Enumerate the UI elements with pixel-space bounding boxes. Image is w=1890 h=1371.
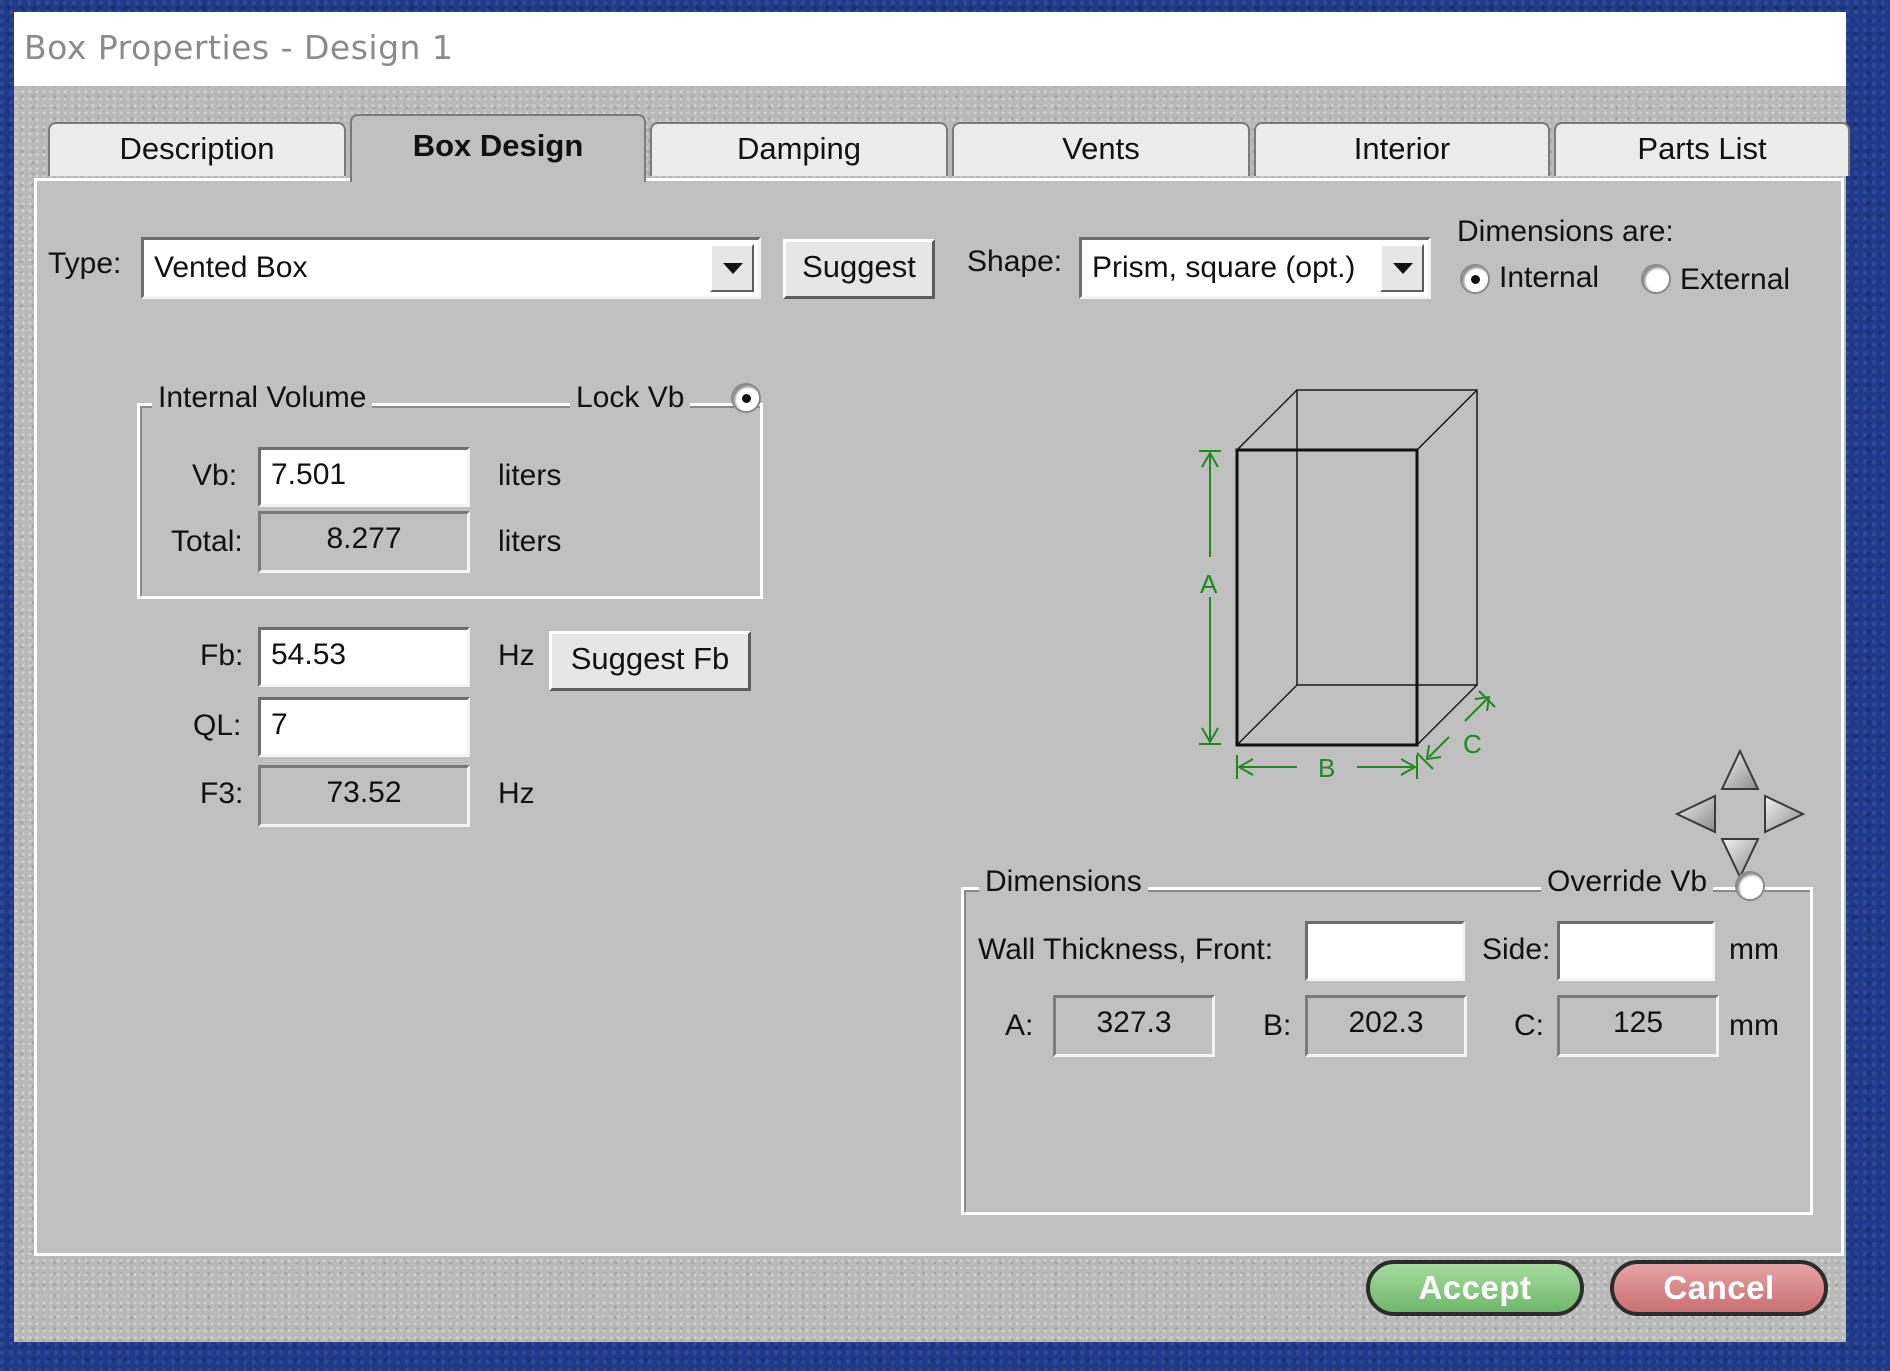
vb-input[interactable]: 7.501 — [258, 447, 470, 507]
ql-label: QL: — [193, 709, 242, 742]
shape-combobox[interactable]: Prism, square (opt.) — [1079, 237, 1431, 299]
total-readout: 8.277 — [258, 511, 470, 573]
chevron-down-icon[interactable] — [1380, 244, 1424, 292]
external-radio-label[interactable]: External — [1680, 263, 1790, 297]
tab-strip: Description Box Design Damping Vents Int… — [34, 108, 1850, 182]
dimensions-are-label: Dimensions are: — [1457, 215, 1674, 248]
override-vb-label[interactable]: Override Vb — [1541, 865, 1714, 899]
chevron-down-icon[interactable] — [710, 244, 754, 292]
arrow-up-icon[interactable] — [1720, 748, 1760, 790]
tab-vents[interactable]: Vents — [952, 122, 1250, 176]
box-diagram: A B C — [1199, 389, 1496, 783]
side-label: Side: — [1482, 933, 1551, 966]
internal-radio-label[interactable]: Internal — [1499, 261, 1599, 295]
tab-box-design[interactable]: Box Design — [350, 114, 646, 182]
cancel-button[interactable]: Cancel — [1610, 1260, 1828, 1316]
tab-damping[interactable]: Damping — [650, 122, 948, 176]
box-outline — [1236, 389, 1478, 746]
shape-value: Prism, square (opt.) — [1092, 251, 1356, 284]
tab-interior[interactable]: Interior — [1254, 122, 1550, 176]
type-value: Vented Box — [154, 251, 308, 284]
fb-input[interactable]: 54.53 — [258, 627, 470, 687]
tab-description[interactable]: Description — [48, 122, 346, 176]
dim-a-readout: 327.3 — [1053, 995, 1215, 1057]
dims-unit: mm — [1729, 1009, 1779, 1042]
tab-parts-list[interactable]: Parts List — [1554, 122, 1850, 176]
dim-c-label: C — [1463, 729, 1482, 759]
f3-label: F3: — [200, 777, 244, 810]
vb-unit: liters — [498, 459, 562, 492]
window-title: Box Properties - Design 1 — [24, 28, 454, 67]
side-input[interactable] — [1557, 921, 1715, 981]
wall-front-label: Wall Thickness, Front: — [978, 933, 1274, 966]
internal-radio[interactable] — [1460, 264, 1490, 294]
arrow-right-icon[interactable] — [1764, 794, 1806, 834]
ql-input[interactable]: 7 — [258, 697, 470, 757]
dim-a-label: A — [1200, 569, 1218, 599]
title-bar[interactable]: Box Properties - Design 1 — [14, 12, 1846, 86]
total-label: Total: — [171, 525, 243, 558]
wall-unit: mm — [1729, 933, 1779, 966]
accept-button[interactable]: Accept — [1366, 1260, 1584, 1316]
dim-c-field-label: C: — [1514, 1009, 1544, 1042]
lock-vb-label[interactable]: Lock Vb — [570, 381, 691, 415]
suggest-fb-button[interactable]: Suggest Fb — [549, 631, 751, 691]
type-combobox[interactable]: Vented Box — [141, 237, 761, 299]
wall-front-input[interactable] — [1305, 921, 1465, 981]
dimension-arrows — [1199, 450, 1496, 779]
box-properties-window: Box Properties - Design 1 Description Bo… — [14, 12, 1850, 1342]
total-unit: liters — [498, 525, 562, 558]
dim-b-label: B — [1318, 753, 1335, 783]
fb-unit: Hz — [498, 639, 535, 672]
dim-b-readout: 202.3 — [1305, 995, 1467, 1057]
suggest-button[interactable]: Suggest — [783, 239, 935, 299]
f3-unit: Hz — [498, 777, 535, 810]
shape-label: Shape: — [967, 245, 1063, 278]
fb-label: Fb: — [200, 639, 244, 672]
internal-volume-legend: Internal Volume — [152, 381, 373, 415]
f3-readout: 73.52 — [258, 765, 470, 827]
external-radio[interactable] — [1641, 264, 1671, 294]
lock-vb-toggle[interactable] — [731, 383, 761, 413]
dimensions-legend: Dimensions — [979, 865, 1148, 899]
vb-label: Vb: — [192, 459, 238, 492]
box-design-panel: Type: Vented Box Suggest Shape: Prism, s… — [34, 178, 1844, 1256]
box-front-face — [1235, 448, 1419, 747]
override-vb-toggle[interactable] — [1735, 871, 1765, 901]
dim-b-field-label: B: — [1263, 1009, 1292, 1042]
dim-c-readout: 125 — [1557, 995, 1719, 1057]
rotate-view-control — [1674, 748, 1806, 880]
dim-a-field-label: A: — [1005, 1009, 1034, 1042]
type-label: Type: — [48, 247, 122, 280]
arrow-left-icon[interactable] — [1674, 794, 1716, 834]
